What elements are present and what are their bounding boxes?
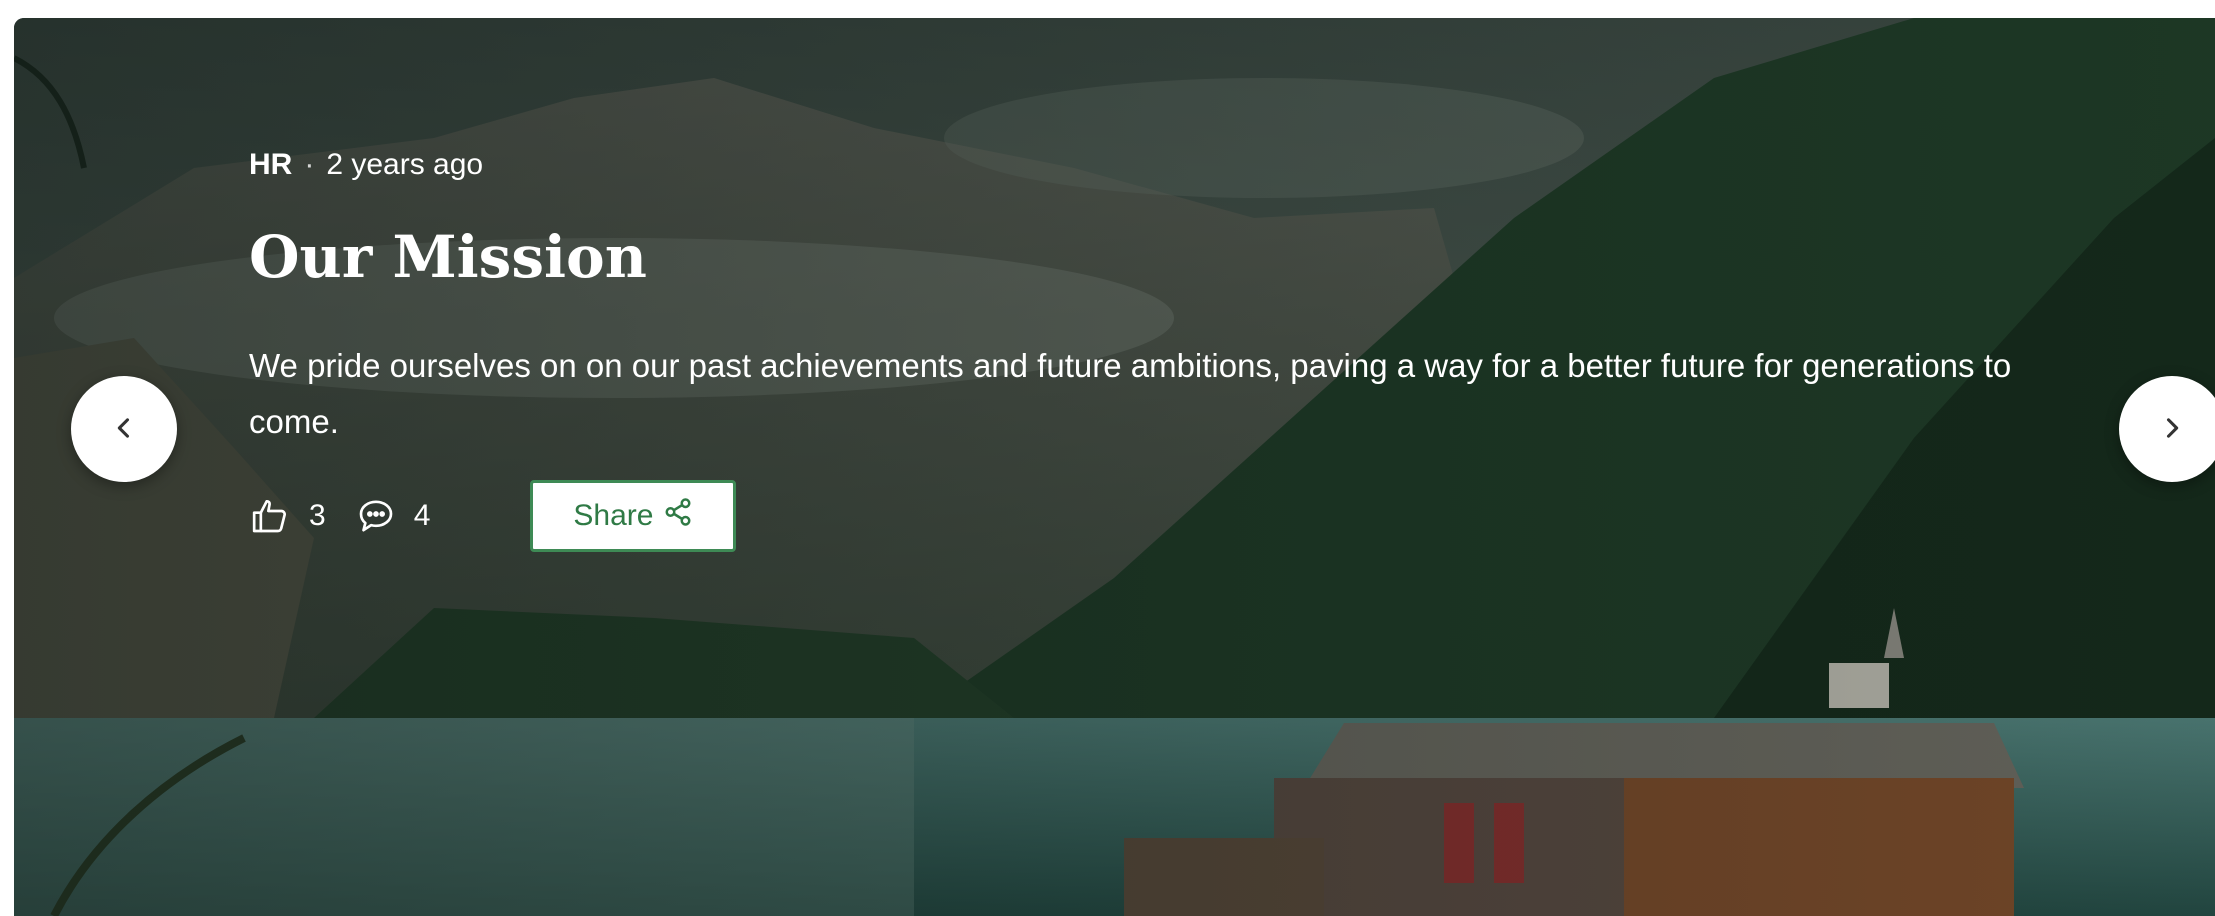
speech-bubble-icon[interactable] — [356, 496, 396, 536]
post-description: We pride ourselves on on our past achiev… — [249, 346, 2012, 440]
hero-carousel: HR · 2 years ago Our Mission We pride ou… — [14, 18, 2215, 916]
chevron-left-icon — [110, 414, 138, 445]
post-actions: 3 4 Share — [249, 478, 2029, 554]
share-nodes-icon — [663, 497, 693, 535]
post-time: 2 years ago — [326, 148, 484, 181]
chevron-right-icon — [2158, 414, 2186, 445]
thumbs-up-icon[interactable] — [249, 496, 291, 536]
meta-separator: · — [304, 148, 315, 181]
share-button[interactable]: Share — [530, 479, 737, 552]
comment-count: 4 — [413, 498, 431, 532]
like-count: 3 — [309, 498, 326, 532]
previous-slide-button[interactable] — [71, 376, 177, 482]
like-stat[interactable]: 3 — [249, 496, 326, 536]
post-meta: HR · 2 years ago — [249, 148, 2029, 182]
slide-content: HR · 2 years ago Our Mission We pride ou… — [249, 148, 2029, 554]
next-slide-button[interactable] — [2119, 376, 2215, 482]
comment-stat[interactable]: 4 — [356, 496, 431, 536]
post-author: HR — [249, 148, 293, 181]
share-button-label: Share — [573, 498, 654, 532]
post-title: Our Mission — [249, 223, 647, 291]
